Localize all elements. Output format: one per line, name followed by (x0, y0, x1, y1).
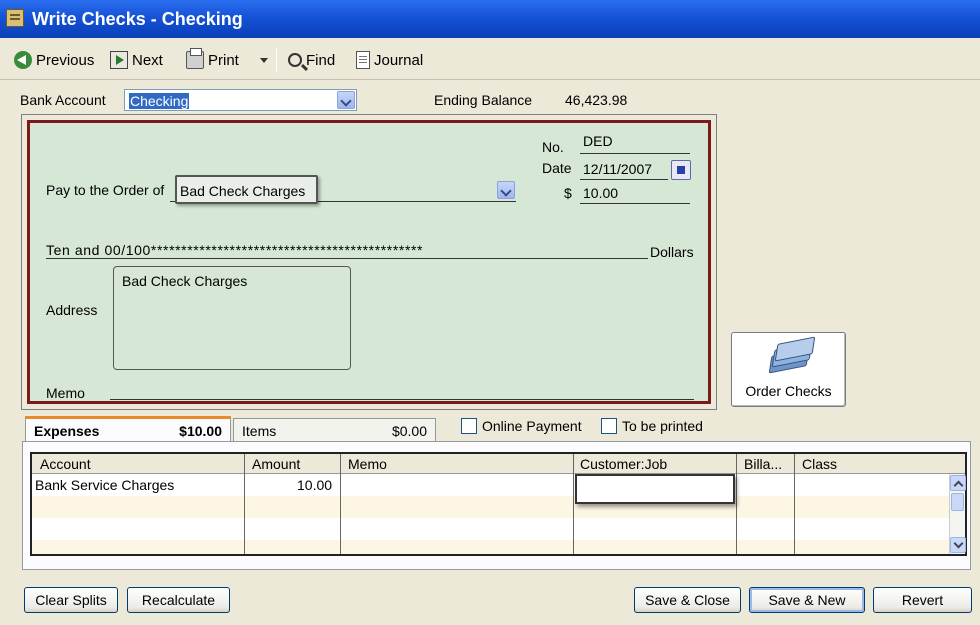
dollars-label: Dollars (650, 244, 694, 260)
recalculate-button[interactable]: Recalculate (127, 587, 230, 613)
amount-underline (580, 203, 690, 204)
amount-symbol: $ (564, 185, 572, 201)
calendar-icon[interactable] (671, 160, 691, 180)
tab-items-amount: $0.00 (391, 423, 427, 439)
tab-items-label: Items (242, 423, 277, 439)
table-row[interactable] (32, 496, 949, 518)
toolbar-separator (276, 48, 277, 72)
print-button[interactable]: Print (186, 48, 239, 70)
column-header-class[interactable]: Class (802, 456, 837, 472)
column-divider (573, 454, 574, 554)
memo-label: Memo (46, 385, 85, 401)
memo-field[interactable] (110, 399, 694, 400)
window-title: Write Checks - Checking (32, 9, 243, 29)
online-payment-label: Online Payment (482, 418, 582, 434)
table-header: Account Amount Memo Customer:Job Billa..… (32, 454, 965, 474)
order-checks-button[interactable]: Order Checks (731, 332, 846, 407)
date-label: Date (542, 160, 572, 176)
column-header-account[interactable]: Account (40, 456, 91, 472)
bank-account-value: Checking (129, 93, 190, 109)
customer-job-cell-editor[interactable] (575, 474, 735, 504)
chevron-down-icon[interactable] (337, 91, 355, 109)
expenses-panel: Account Amount Memo Customer:Job Billa..… (22, 441, 971, 570)
journal-label: Journal (374, 51, 424, 69)
title-bar: Write Checks - Checking (0, 0, 980, 38)
address-label: Address (46, 302, 98, 318)
order-checks-label: Order Checks (745, 383, 832, 399)
previous-icon (14, 51, 32, 69)
to-be-printed-label: To be printed (622, 418, 703, 434)
date-underline (580, 179, 668, 180)
ending-balance-value: 46,423.98 (565, 92, 628, 108)
column-header-customer-job[interactable]: Customer:Job (580, 456, 667, 472)
amount-words-underline (46, 258, 648, 259)
tab-items[interactable]: Items $0.00 (233, 418, 436, 442)
date-field[interactable]: 12/11/2007 (583, 161, 652, 177)
print-label: Print (208, 51, 239, 69)
column-header-billable[interactable]: Billa... (744, 456, 782, 472)
next-button[interactable]: Next (110, 50, 163, 70)
print-dropdown-caret-icon[interactable] (260, 58, 268, 63)
bank-account-dropdown[interactable]: Checking (124, 89, 357, 111)
to-be-printed-checkbox[interactable] (601, 418, 617, 434)
vertical-scrollbar[interactable] (949, 474, 966, 554)
column-divider (794, 454, 795, 554)
next-icon (110, 51, 128, 69)
cell-amount[interactable]: 10.00 (297, 477, 332, 493)
address-field[interactable]: Bad Check Charges (113, 266, 351, 370)
toolbar: Previous Next Print Find Journal (0, 38, 980, 80)
check: No. DED Date 12/11/2007 $ 10.00 Pay to t… (27, 120, 711, 404)
journal-icon (356, 51, 370, 69)
amount-words: Ten and 00/100**************************… (46, 242, 424, 258)
tab-expenses-amount: $10.00 (179, 423, 222, 439)
column-divider (340, 454, 341, 554)
previous-label: Previous (36, 51, 95, 69)
find-icon (288, 53, 302, 67)
bank-account-label: Bank Account (20, 92, 106, 108)
column-header-amount[interactable]: Amount (252, 456, 300, 472)
payee-chevron-down-icon[interactable] (497, 181, 515, 199)
check-frame: No. DED Date 12/11/2007 $ 10.00 Pay to t… (21, 114, 717, 410)
amount-field[interactable]: 10.00 (583, 185, 618, 201)
column-divider (244, 454, 245, 554)
column-header-memo[interactable]: Memo (348, 456, 387, 472)
app-icon (6, 9, 24, 27)
payee-value: Bad Check Charges (180, 183, 306, 199)
online-payment-checkbox[interactable] (461, 418, 477, 434)
clear-splits-button[interactable]: Clear Splits (24, 587, 118, 613)
check-number-label: No. (542, 139, 564, 155)
scroll-down-icon[interactable] (950, 537, 966, 553)
ending-balance-label: Ending Balance (434, 92, 533, 108)
check-number-underline (580, 153, 690, 154)
scroll-up-icon[interactable] (950, 475, 966, 491)
expenses-table: Account Amount Memo Customer:Job Billa..… (30, 452, 967, 556)
payee-field[interactable]: Bad Check Charges (175, 175, 318, 204)
table-row[interactable]: Bank Service Charges 10.00 (32, 474, 949, 496)
revert-button[interactable]: Revert (873, 587, 972, 613)
find-button[interactable]: Find (288, 50, 335, 70)
tab-expenses[interactable]: Expenses $10.00 (25, 416, 231, 442)
print-icon (186, 48, 204, 69)
next-label: Next (132, 51, 163, 69)
save-close-button[interactable]: Save & Close (634, 587, 741, 613)
previous-button[interactable]: Previous (14, 50, 94, 70)
order-checks-icon (768, 336, 816, 374)
column-divider (736, 454, 737, 554)
find-label: Find (306, 51, 336, 69)
scroll-thumb[interactable] (951, 493, 964, 511)
table-row[interactable] (32, 518, 949, 540)
address-value: Bad Check Charges (122, 273, 248, 289)
save-new-button[interactable]: Save & New (749, 587, 865, 613)
check-number-field[interactable]: DED (583, 133, 613, 149)
cell-account[interactable]: Bank Service Charges (35, 477, 174, 493)
pay-to-label: Pay to the Order of (46, 182, 165, 198)
journal-button[interactable]: Journal (356, 50, 423, 70)
tab-expenses-label: Expenses (34, 423, 100, 439)
table-row[interactable] (32, 540, 949, 554)
